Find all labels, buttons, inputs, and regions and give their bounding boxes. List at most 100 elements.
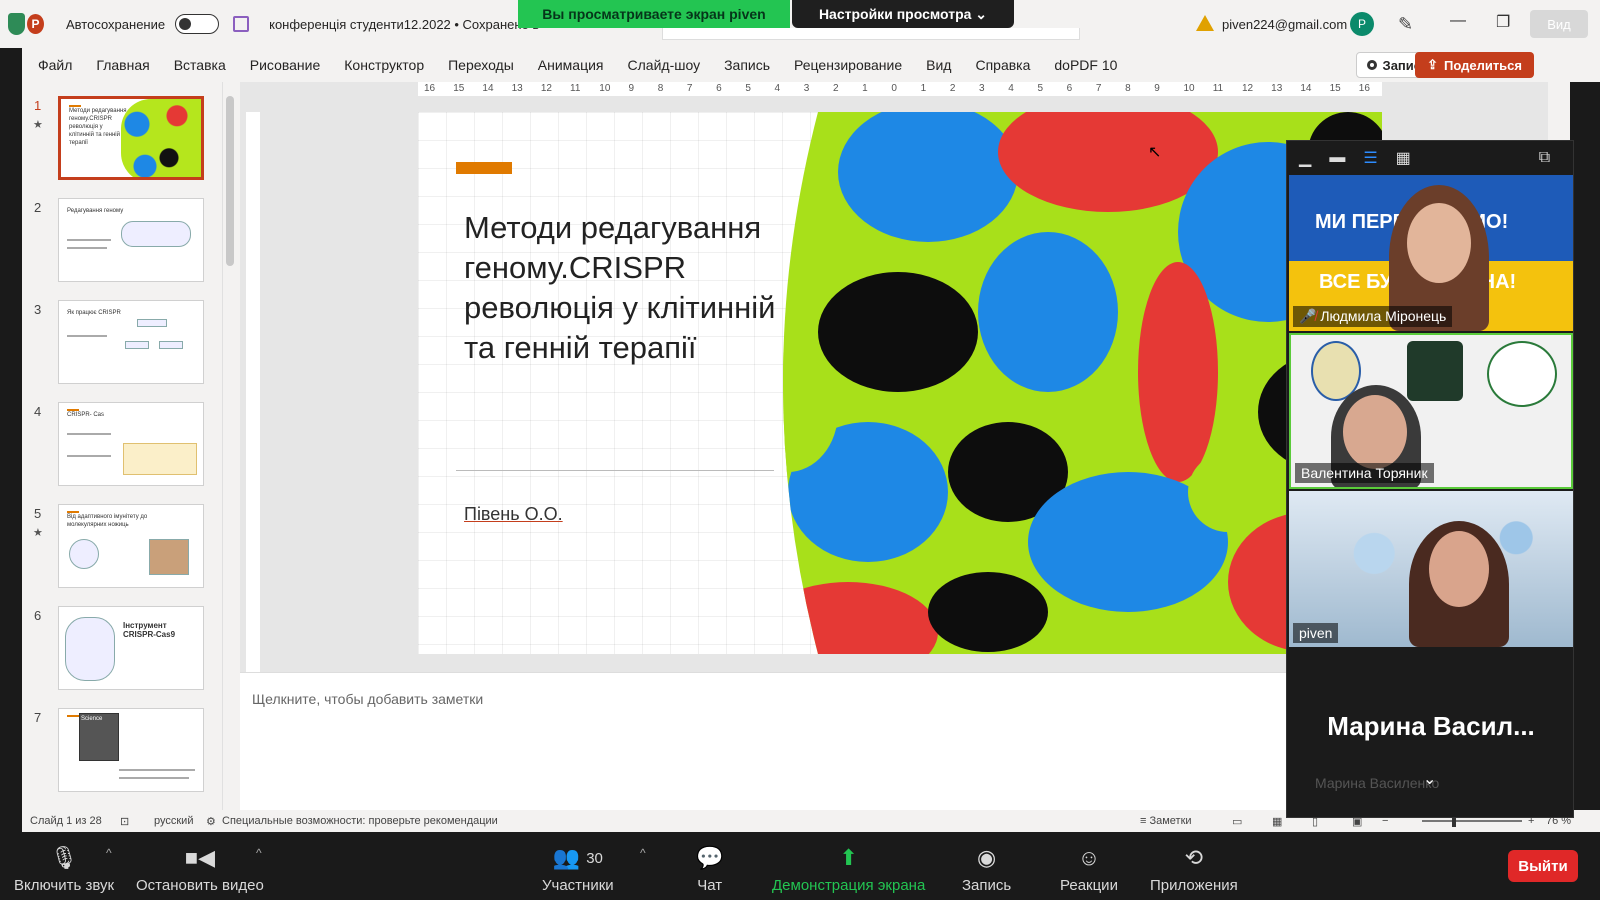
zoom-slider[interactable]	[1422, 815, 1522, 827]
participants-options-caret[interactable]: ^	[640, 846, 646, 860]
ruler-tick-label: 4	[774, 83, 781, 94]
reactions-button[interactable]: ☺ Реакции	[1060, 832, 1118, 900]
ruler-tick-label: 8	[657, 83, 664, 94]
warning-icon[interactable]	[1196, 15, 1214, 31]
left-strip	[0, 48, 22, 832]
thumbnail-art	[121, 99, 201, 177]
normal-view-icon[interactable]: ▭	[1232, 815, 1242, 828]
menu-record[interactable]: Запись	[724, 57, 770, 73]
thumbnail-row[interactable]: 5 ★ Від адаптивного імунітету до молекул…	[22, 504, 240, 596]
record-zoom-button[interactable]: ◉ Запись	[962, 832, 1011, 900]
strip-view-icon[interactable]: ☰	[1363, 148, 1377, 168]
thumbnail-row[interactable]: 4 CRISPR- Cas	[22, 402, 240, 494]
participants-panel[interactable]: ▁ ▬ ☰ ▦ ⧉ МИ ПЕРЕМОЖЕМО! ВСЕ БУДЕ УКРАЇН…	[1286, 140, 1574, 818]
thumbnail-line	[67, 247, 107, 249]
slide-thumbnail[interactable]: Science	[58, 708, 204, 792]
menu-home[interactable]: Главная	[96, 57, 149, 73]
ruler-tick-label: 13	[1271, 83, 1283, 94]
video-tile[interactable]: piven	[1289, 491, 1573, 647]
thumbnail-row[interactable]: 1 ★ Методи редагування геному.CRISPR рев…	[22, 96, 240, 188]
ruler-tick-label: 9	[1154, 83, 1160, 94]
notes-placeholder[interactable]: Щелкните, чтобы добавить заметки	[252, 691, 483, 707]
popout-icon[interactable]: ⧉	[1539, 149, 1550, 167]
share-button-label: Поделиться	[1443, 57, 1522, 73]
slide-thumbnail[interactable]: Редагування геному	[58, 198, 204, 282]
menu-review[interactable]: Рецензирование	[794, 57, 902, 73]
view-settings-button[interactable]: Настройки просмотра ⌄	[792, 0, 1014, 28]
slide-canvas[interactable]: Методи редагування геному.CRISPR революц…	[418, 112, 1382, 654]
thumbnail-scrollbar[interactable]	[222, 82, 236, 810]
thumbnail-row[interactable]: 7 Science	[22, 708, 240, 800]
single-view-icon[interactable]: ▬	[1329, 149, 1345, 167]
menu-animations[interactable]: Анимация	[538, 57, 604, 73]
chevron-down-icon[interactable]: ⌄	[1423, 769, 1436, 789]
menu-file[interactable]: Файл	[38, 57, 72, 73]
menu-dopdf[interactable]: doPDF 10	[1054, 57, 1117, 73]
menu-design[interactable]: Конструктор	[344, 57, 424, 73]
video-tile[interactable]: МИ ПЕРЕМОЖЕМО! ВСЕ БУДЕ УКРАЇНА! 🎤̸ Людм…	[1289, 175, 1573, 331]
view-button[interactable]: Вид	[1530, 10, 1588, 38]
menu-draw[interactable]: Рисование	[250, 57, 321, 73]
slide-thumbnail[interactable]: Інструмент CRISPR-Cas9	[58, 606, 204, 690]
slide-thumbnails-pane[interactable]: 1 ★ Методи редагування геному.CRISPR рев…	[22, 82, 240, 810]
thumbnail-row[interactable]: 6 Інструмент CRISPR-Cas9	[22, 606, 240, 698]
accessibility-status[interactable]: Специальные возможности: проверьте реком…	[222, 815, 498, 827]
unmute-button[interactable]: 🎙 Включить звук	[14, 832, 114, 900]
audio-options-caret[interactable]: ^	[106, 846, 112, 860]
thumbnail-figure	[159, 341, 183, 349]
thumbnail-figure	[69, 539, 99, 569]
video-tile[interactable]: Валентина Торяник	[1289, 333, 1573, 489]
ruler-tick-label: 4	[1008, 83, 1014, 94]
thumbnail-line	[119, 769, 195, 771]
share-button[interactable]: ⇪ Поделиться	[1415, 52, 1534, 78]
ruler-tick-label: 8	[1125, 83, 1131, 94]
thumbnail-row[interactable]: 3 Як працює CRISPR	[22, 300, 240, 392]
thumbnail-line	[67, 433, 111, 435]
menu-transitions[interactable]: Переходы	[448, 57, 514, 73]
slide-thumbnail[interactable]: Як працює CRISPR	[58, 300, 204, 384]
notes-toggle[interactable]: ≡ Заметки	[1140, 815, 1192, 827]
participants-label: Участники	[542, 877, 614, 894]
autosave-toggle[interactable]	[175, 14, 220, 34]
slide-thumbnail[interactable]: Від адаптивного імунітету до молекулярни…	[58, 504, 204, 588]
slide-thumbnail[interactable]: CRISPR- Cas	[58, 402, 204, 486]
participants-button[interactable]: 👥 30 Участники	[542, 832, 614, 900]
scrollbar-knob[interactable]	[226, 96, 234, 266]
stop-video-button[interactable]: ■◀ Остановить видео	[136, 832, 264, 900]
menu-slideshow[interactable]: Слайд-шоу	[628, 57, 701, 73]
language-indicator[interactable]: русский	[154, 815, 193, 827]
slide-thumbnail[interactable]: Методи редагування геному.CRISPR революц…	[58, 96, 204, 180]
account-email[interactable]: piven224@gmail.com	[1222, 17, 1347, 32]
pen-icon[interactable]: ✎	[1398, 14, 1413, 35]
document-name[interactable]: конференція студенти12.2022 • Сохранено …	[269, 17, 539, 32]
thumbnail-accent	[67, 715, 79, 717]
apps-button[interactable]: ⟲ Приложения	[1150, 832, 1238, 900]
accessibility-icon[interactable]: ⚙	[206, 815, 216, 828]
share-screen-button[interactable]: ⬆ Демонстрация экрана	[772, 832, 925, 900]
sorter-view-icon[interactable]: ▦	[1272, 815, 1282, 828]
thumbnail-title: Від адаптивного імунітету до молекулярни…	[67, 514, 148, 528]
slide-title[interactable]: Методи редагування геному.CRISPR революц…	[464, 208, 794, 368]
menu-help[interactable]: Справка	[975, 57, 1030, 73]
chat-button[interactable]: 💬 Чат	[696, 832, 723, 900]
slide-accent-bar	[456, 162, 512, 174]
search-input[interactable]	[662, 28, 1080, 40]
avatar[interactable]: P	[1350, 12, 1374, 36]
slide-divider	[456, 470, 774, 471]
save-icon[interactable]	[233, 16, 250, 32]
maximize-icon[interactable]: ❐	[1496, 12, 1510, 32]
minimize-icon[interactable]: —	[1450, 12, 1466, 30]
ruler-tick-label: 6	[1066, 83, 1073, 94]
minimize-panel-icon[interactable]: ▁	[1299, 148, 1311, 168]
share-icon: ⇪	[1427, 57, 1438, 72]
menu-insert[interactable]: Вставка	[174, 57, 226, 73]
ruler-tick-label: 15	[453, 83, 465, 94]
spellcheck-icon[interactable]: ⊡	[120, 815, 129, 828]
grid-view-icon[interactable]: ▦	[1396, 148, 1411, 168]
ruler-tick-label: 11	[570, 83, 581, 94]
leave-button[interactable]: Выйти	[1508, 850, 1578, 882]
thumbnail-row[interactable]: 2 Редагування геному	[22, 198, 240, 290]
menu-view[interactable]: Вид	[926, 57, 951, 73]
video-options-caret[interactable]: ^	[256, 846, 262, 860]
slide-author[interactable]: Півень О.О.	[464, 504, 563, 525]
